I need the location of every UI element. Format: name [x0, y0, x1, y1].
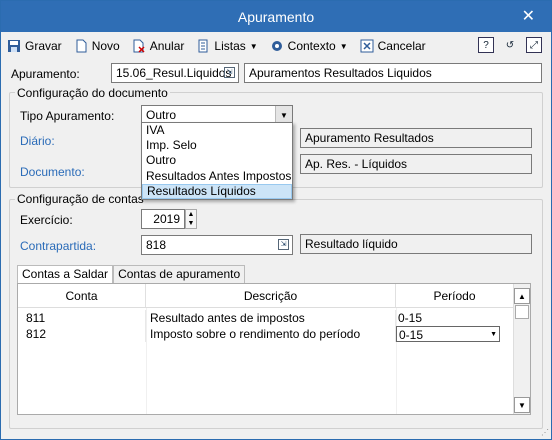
contrapartida-label[interactable]: Contrapartida: [20, 239, 96, 253]
contexto-button[interactable]: Contexto ▼ [270, 39, 348, 53]
exercicio-spinner[interactable]: ▲ ▼ [185, 209, 197, 229]
chevron-down-icon: ▼ [249, 41, 258, 51]
list-icon [198, 39, 208, 53]
contas-grid: Conta Descrição Período 811 Resultado an… [17, 283, 531, 415]
tab-contas-a-saldar[interactable]: Contas a Saldar [17, 265, 114, 284]
window-title: Apuramento [237, 8, 315, 25]
option-resultados-liquidos[interactable]: Resultados Líquidos [142, 183, 292, 199]
contexto-label: Contexto [287, 39, 336, 53]
option-outro[interactable]: Outro [142, 153, 292, 168]
periodo-cell[interactable]: 0-15 [396, 310, 514, 326]
novo-label: Novo [91, 39, 120, 53]
help-icon[interactable]: ? [478, 37, 494, 53]
documento-label[interactable]: Documento: [20, 165, 85, 179]
config-contas-title: Configuração de contas [15, 192, 146, 206]
scroll-up-icon[interactable]: ▲ [514, 288, 530, 304]
lookup-icon[interactable]: ⇲ [224, 67, 235, 78]
grid-header: Conta Descrição Período [18, 284, 514, 308]
table-row[interactable]: 812 Imposto sobre o rendimento do períod… [18, 326, 514, 342]
periodo-cell: 0-15 [399, 328, 424, 342]
cancel-document-icon [133, 39, 145, 53]
exercicio-label: Exercício: [20, 213, 73, 227]
tipo-apuramento-value: Outro [146, 108, 177, 122]
tipo-apuramento-label: Tipo Apuramento: [20, 109, 115, 123]
documento-description: Ap. Res. - Líquidos [300, 154, 532, 174]
table-row[interactable]: 811 Resultado antes de impostos 0-15 [18, 310, 514, 326]
apuramento-label: Apuramento: [11, 67, 80, 81]
diario-description: Apuramento Resultados [300, 128, 532, 148]
apuramento-code-value: 15.06_Resul.Liquidos [116, 66, 232, 80]
contrapartida-description-value: Resultado líquido [305, 237, 398, 251]
tipo-apuramento-dropdown: IVA Imp. Selo Outro Resultados Antes Imp… [141, 122, 293, 200]
contrapartida-description: Resultado líquido [300, 234, 532, 254]
apuramento-description-value: Apuramentos Resultados Liquidos [249, 66, 432, 80]
conta-cell[interactable]: 812 [18, 326, 146, 342]
gear-icon [271, 41, 282, 51]
exercicio-field[interactable]: 2019 [141, 209, 185, 229]
listas-button[interactable]: Listas ▼ [196, 39, 258, 53]
option-iva[interactable]: IVA [142, 123, 292, 138]
lookup-icon[interactable]: ⇲ [278, 239, 289, 250]
history-icon[interactable]: ↺ [502, 37, 518, 53]
spin-up-icon[interactable]: ▲ [186, 210, 196, 219]
apuramento-description-field[interactable]: Apuramentos Resultados Liquidos [244, 63, 542, 83]
chevron-down-icon: ▼ [339, 41, 348, 51]
diario-description-value: Apuramento Resultados [305, 131, 434, 145]
save-icon [8, 40, 20, 52]
cancelar-label: Cancelar [377, 39, 426, 53]
periodo-select[interactable]: 0-15 ▼ [396, 326, 500, 342]
contrapartida-value: 818 [146, 238, 167, 252]
tab-contas-de-apuramento[interactable]: Contas de apuramento [113, 265, 246, 283]
apuramento-code-field[interactable]: 15.06_Resul.Liquidos ⇲ [111, 63, 239, 83]
descricao-cell[interactable]: Resultado antes de impostos [146, 310, 396, 326]
scroll-thumb[interactable] [515, 305, 529, 319]
column-header-periodo[interactable]: Período [396, 284, 514, 307]
tab-strip: Contas a Saldar Contas de apuramento [17, 265, 246, 284]
listas-label: Listas [214, 39, 246, 53]
exercicio-value: 2019 [153, 212, 180, 226]
grid-scrollbar[interactable]: ▲ ▼ [513, 284, 530, 414]
conta-cell[interactable]: 811 [18, 310, 146, 326]
column-header-conta[interactable]: Conta [18, 284, 146, 307]
contrapartida-field[interactable]: 818 ⇲ [141, 235, 293, 255]
config-documento-title: Configuração do documento [15, 86, 170, 100]
toolbar: Gravar Novo Anular Listas ▼ Contexto ▼ C… [1, 34, 551, 58]
cancelar-button[interactable]: Cancelar [360, 39, 426, 53]
option-imp-selo[interactable]: Imp. Selo [142, 138, 292, 153]
gravar-button[interactable]: Gravar [7, 39, 62, 53]
column-header-descricao[interactable]: Descrição [146, 284, 396, 307]
anular-label: Anular [149, 39, 185, 53]
chevron-down-icon[interactable]: ▼ [490, 327, 497, 341]
cancel-icon [360, 39, 374, 53]
gravar-label: Gravar [25, 39, 62, 53]
new-document-icon [76, 39, 87, 53]
option-resultados-antes-impostos[interactable]: Resultados Antes Impostos [142, 169, 292, 184]
descricao-cell[interactable]: Imposto sobre o rendimento do período [146, 326, 396, 342]
diario-label[interactable]: Diário: [20, 134, 55, 148]
apuramento-window: Apuramento ✕ Gravar Novo Anular Listas ▼… [0, 0, 552, 440]
expand-icon[interactable]: ⤢ [526, 37, 542, 53]
anular-button[interactable]: Anular [132, 39, 185, 53]
scroll-down-icon[interactable]: ▼ [514, 397, 530, 413]
spin-down-icon[interactable]: ▼ [186, 219, 196, 228]
resize-grip-icon[interactable]: ⋰ [541, 428, 549, 437]
documento-description-value: Ap. Res. - Líquidos [305, 157, 408, 171]
close-icon[interactable]: ✕ [522, 6, 535, 26]
novo-button[interactable]: Novo [74, 39, 120, 53]
title-bar: Apuramento ✕ [1, 1, 551, 32]
